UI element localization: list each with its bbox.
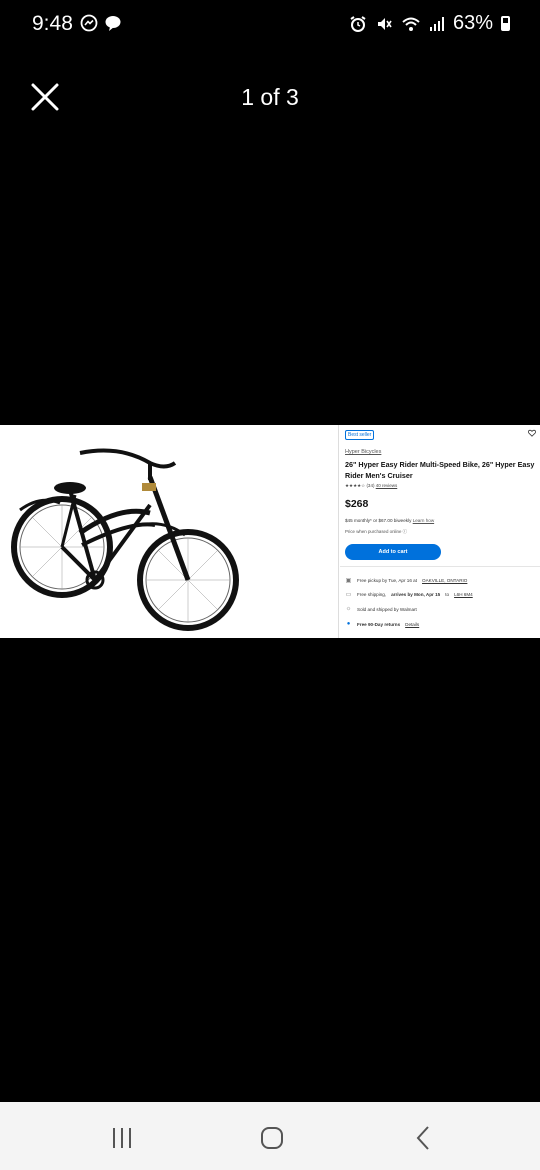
status-bar: 9:48 63% xyxy=(0,0,540,50)
battery-percent: 63% xyxy=(452,12,493,34)
shipping-text: Free shipping, xyxy=(357,592,387,597)
product-title: 26" Hyper Easy Rider Multi-Speed Bike, 2… xyxy=(345,460,535,480)
product-panel: Best seller Hyper Bicycles 26" Hyper Eas… xyxy=(340,425,540,638)
status-right: 63% xyxy=(349,12,510,35)
signal-icon xyxy=(429,16,444,31)
pickup-row: ▣ Free pickup by Tue, Apr 16 at OAKVILLE… xyxy=(345,577,468,584)
price-note: Price when purchased online ⓘ xyxy=(345,529,407,534)
back-icon[interactable] xyxy=(410,1124,438,1152)
monthly-text: $45 monthly* or $67.00 biweekly xyxy=(345,518,412,523)
bicycle-illustration xyxy=(11,448,239,631)
heart-icon xyxy=(528,429,536,437)
info-icon: ☼ xyxy=(345,606,352,612)
sold-by-row: ☼ Sold and shipped by Walmart xyxy=(345,606,417,612)
alarm-icon xyxy=(350,15,366,32)
add-to-cart-button: Add to cart xyxy=(345,544,441,560)
bike-image xyxy=(0,425,338,638)
chat-bubble-icon xyxy=(105,16,121,31)
learn-how-link: Learn how xyxy=(412,518,435,523)
pickup-store-link: OAKVILLE, ONTARIO xyxy=(422,578,468,583)
financing-text: $45 monthly* or $67.00 biweekly Learn ho… xyxy=(345,518,434,523)
sold-by-text: Sold and shipped by Walmart xyxy=(357,606,417,612)
returns-details-link: Details xyxy=(405,621,420,627)
shipping-date: arrives by Mon, Apr 15 xyxy=(391,592,441,597)
store-icon: ▣ xyxy=(345,578,352,584)
status-notification-icons xyxy=(80,14,122,32)
best-seller-badge: Best seller xyxy=(345,430,375,440)
rating-count: (34) xyxy=(366,483,375,488)
shipping-postal-link: L6H 6M4 xyxy=(454,592,473,597)
shipping-to: to xyxy=(445,592,450,597)
pickup-text: Free pickup by Tue, Apr 16 at xyxy=(357,578,418,583)
reviews-link: 40 reviews xyxy=(375,483,398,488)
returns-row: ● Free 90-Day returns Details xyxy=(345,621,420,627)
returns-text: Free 90-Day returns xyxy=(357,621,401,627)
mute-icon xyxy=(377,17,392,30)
brand-link: Hyper Bicycles xyxy=(345,449,382,455)
rating: ★★★★☆ (34) 40 reviews xyxy=(345,483,397,489)
messenger-icon xyxy=(80,14,98,32)
shipping-row: ▭ Free shipping, arrives by Mon, Apr 15 … xyxy=(345,591,473,598)
separator xyxy=(340,566,540,567)
truck-icon: ▭ xyxy=(345,592,352,598)
price: $268 xyxy=(345,498,369,510)
returns-icon: ● xyxy=(346,621,351,627)
shared-screenshot: Best seller Hyper Bicycles 26" Hyper Eas… xyxy=(0,425,540,638)
wifi-icon xyxy=(402,17,420,31)
rating-stars: ★★★★☆ xyxy=(345,483,366,488)
navigation-bar xyxy=(0,1102,540,1170)
image-pager: 1 of 3 xyxy=(241,84,299,110)
home-icon[interactable] xyxy=(258,1124,286,1152)
status-time: 9:48 xyxy=(32,12,73,35)
battery-icon xyxy=(501,16,510,31)
recent-apps-icon[interactable] xyxy=(108,1124,136,1152)
divider xyxy=(338,425,339,638)
